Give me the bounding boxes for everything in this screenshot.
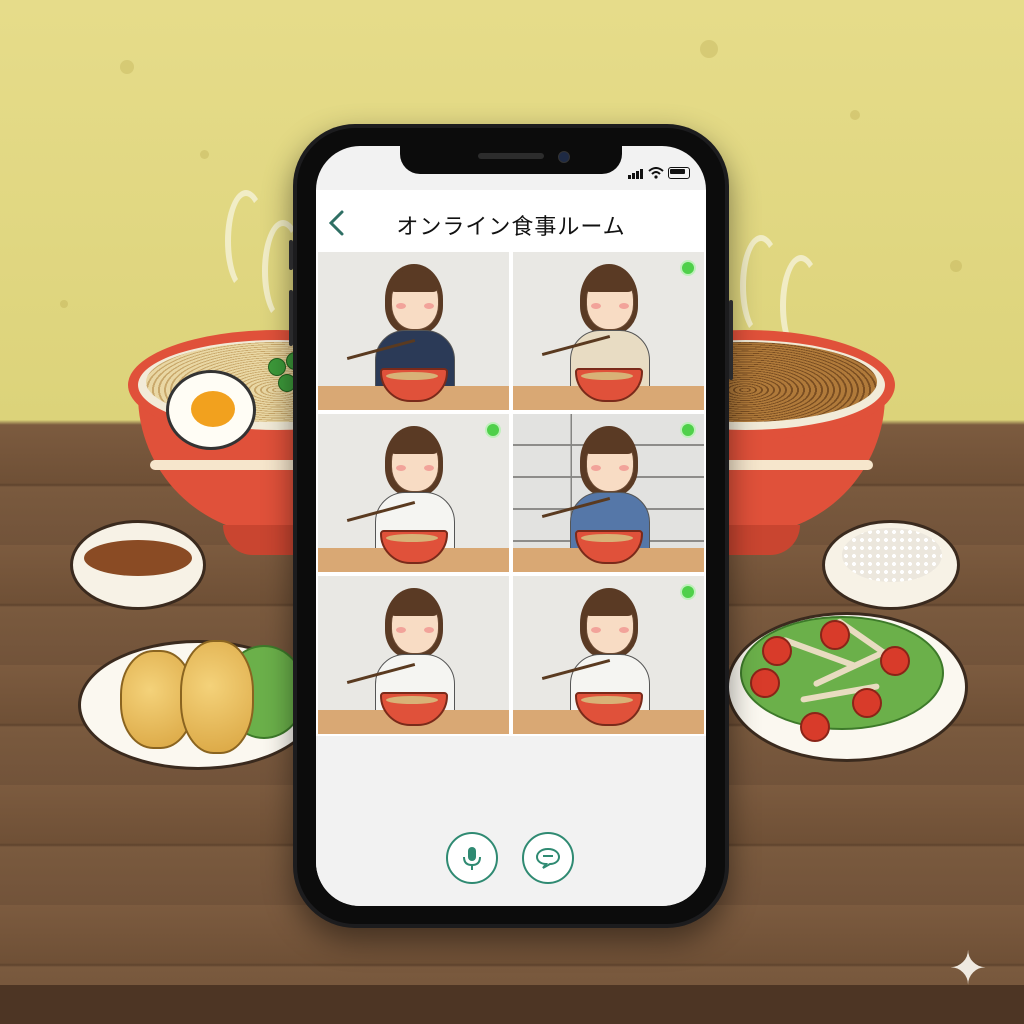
page-title: オンライン食事ルーム: [396, 215, 626, 240]
tomato-icon: [762, 636, 792, 666]
online-status-icon: [485, 422, 501, 438]
steam-icon: [740, 235, 782, 337]
egg-icon: [166, 370, 256, 450]
sparkle-icon: ✦: [948, 941, 988, 995]
video-tile-5[interactable]: [316, 574, 511, 736]
speaker-icon: [478, 153, 544, 159]
notch: [400, 146, 622, 174]
online-status-icon: [680, 422, 696, 438]
signal-icon: [628, 160, 644, 179]
volume-up-button: [289, 290, 293, 346]
microphone-button[interactable]: [446, 832, 498, 884]
rice-icon: [842, 528, 942, 582]
tomato-icon: [880, 646, 910, 676]
online-status-icon: [680, 584, 696, 600]
status-bar: [628, 160, 690, 179]
video-grid: [316, 250, 706, 736]
tomato-icon: [852, 688, 882, 718]
video-tile-1[interactable]: [316, 250, 511, 412]
video-tile-4[interactable]: [511, 412, 706, 574]
mute-switch: [289, 240, 293, 270]
power-button: [729, 300, 733, 380]
tomato-icon: [820, 620, 850, 650]
phone-screen: オンライン食事ルーム: [316, 146, 706, 906]
sauce-icon: [84, 540, 192, 576]
online-status-icon: [680, 260, 696, 276]
microphone-icon: [463, 847, 481, 870]
chat-button[interactable]: [522, 832, 574, 884]
tomato-icon: [750, 668, 780, 698]
steam-icon: [225, 190, 267, 292]
video-tile-3[interactable]: [316, 412, 511, 574]
chat-bubble-icon: [535, 847, 561, 869]
app-header: オンライン食事ルーム: [316, 190, 706, 250]
table-edge: [0, 985, 1024, 1024]
video-tile-6[interactable]: [511, 574, 706, 736]
camera-icon: [558, 151, 570, 163]
battery-icon: [668, 167, 690, 179]
wifi-icon: [648, 167, 664, 179]
video-tile-2[interactable]: [511, 250, 706, 412]
tempura-icon: [180, 640, 254, 754]
tomato-icon: [800, 712, 830, 742]
call-controls: [316, 736, 706, 906]
